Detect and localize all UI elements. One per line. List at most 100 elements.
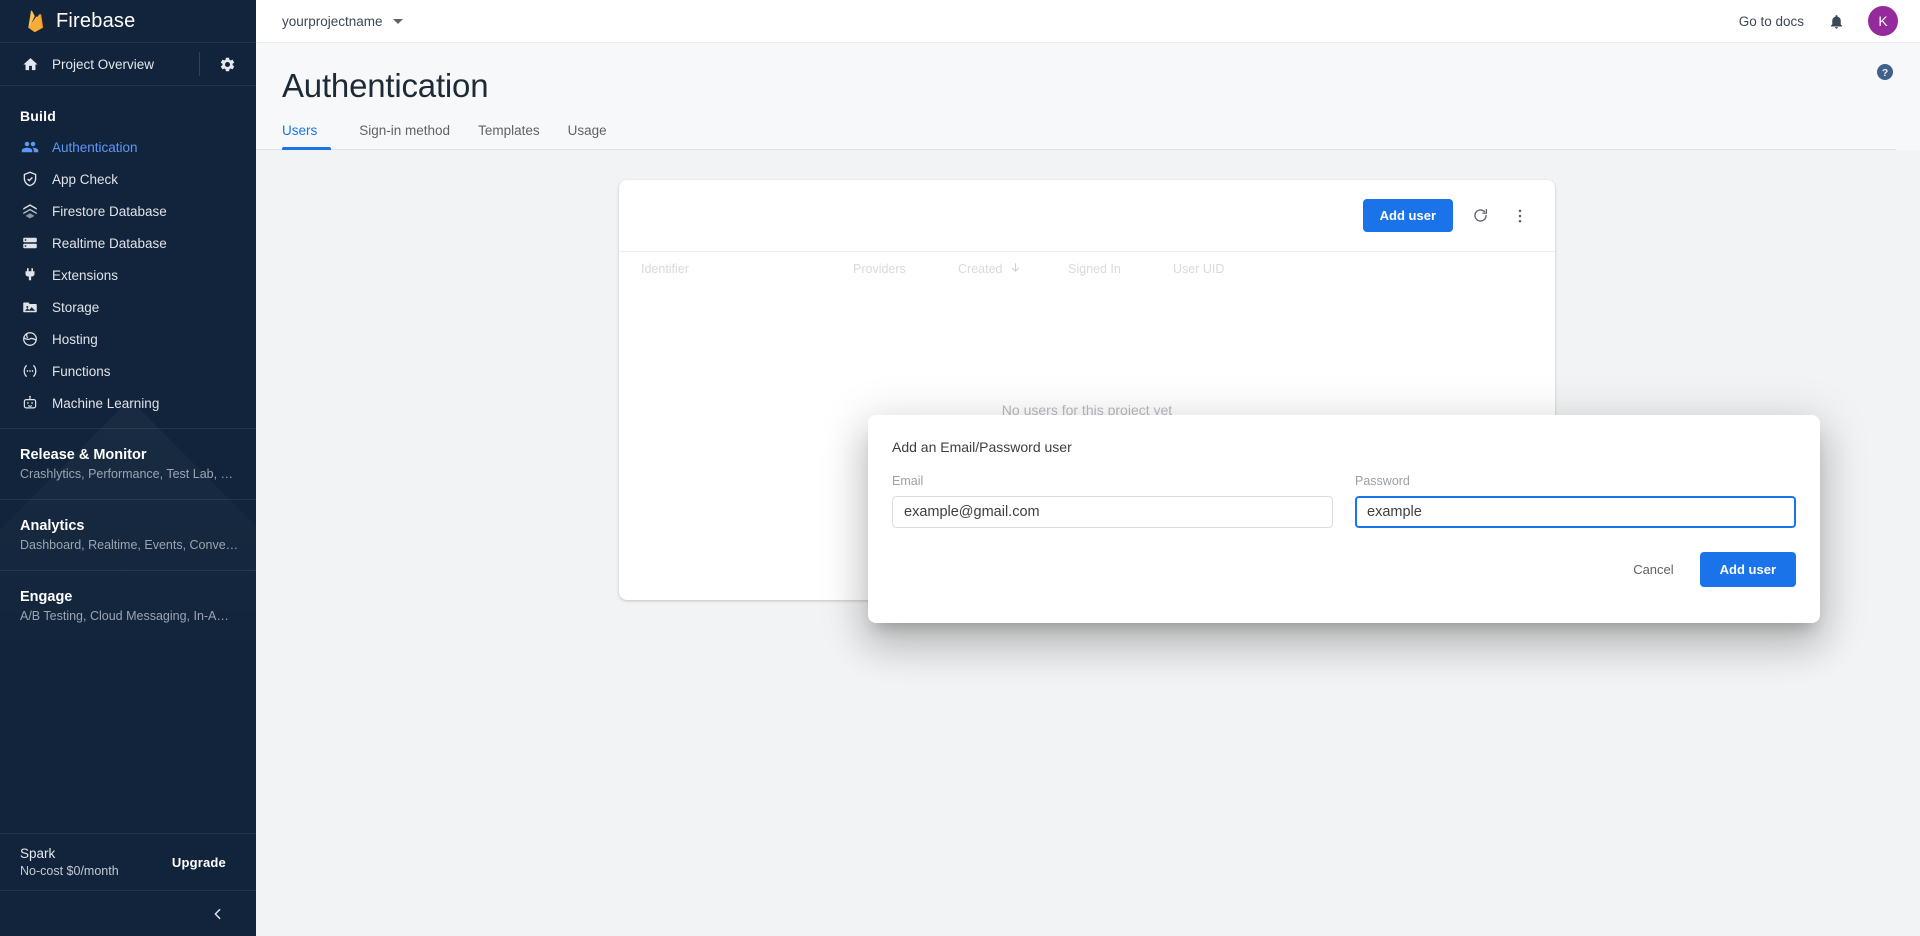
sidebar-item-label: App Check [52, 172, 118, 187]
column-label: Providers [853, 262, 906, 276]
sidebar-item-firestore-database[interactable]: Firestore Database [0, 198, 256, 224]
dialog-fields: Email Password [892, 474, 1796, 528]
people-icon [20, 137, 40, 157]
sidebar-item-label: Hosting [52, 332, 98, 347]
sidebar-item-label: Firestore Database [52, 204, 167, 219]
password-label: Password [1355, 474, 1796, 488]
column-header-signed-in[interactable]: Signed In [1068, 262, 1173, 276]
cancel-button[interactable]: Cancel [1617, 553, 1689, 586]
dialog-actions: Cancel Add user [892, 552, 1796, 587]
build-section-title: Build [0, 86, 256, 134]
plan-description: No-cost $0/month [20, 864, 119, 878]
sidebar-group-engage[interactable]: Engage A/B Testing, Cloud Messaging, In-… [0, 570, 256, 641]
puzzle-plug-icon [20, 265, 40, 285]
sidebar-item-label: Extensions [52, 268, 118, 283]
sidebar-item-hosting[interactable]: Hosting [0, 326, 256, 352]
password-input[interactable] [1355, 496, 1796, 528]
arrow-down-icon [1009, 261, 1022, 277]
topbar: yourprojectname Go to docs K [256, 0, 1920, 43]
sidebar-item-label: Machine Learning [52, 396, 159, 411]
page-header: Authentication ? Users Sign-in method Te… [256, 43, 1920, 150]
column-label: Identifier [641, 262, 689, 276]
chevron-down-icon [393, 19, 403, 24]
avatar[interactable]: K [1868, 6, 1898, 36]
group-subtitle: A/B Testing, Cloud Messaging, In-A… [20, 609, 256, 623]
brand-name: Firebase [56, 10, 135, 33]
column-label: Signed In [1068, 262, 1121, 276]
group-subtitle: Dashboard, Realtime, Events, Conve… [20, 538, 256, 552]
tab-usage[interactable]: Usage [554, 123, 621, 149]
sidebar-item-storage[interactable]: Storage [0, 294, 256, 320]
more-vert-icon[interactable] [1507, 203, 1533, 229]
group-subtitle: Crashlytics, Performance, Test Lab, … [20, 467, 256, 481]
go-to-docs-link[interactable]: Go to docs [1739, 14, 1804, 29]
robot-icon [20, 393, 40, 413]
sidebar-item-extensions[interactable]: Extensions [0, 262, 256, 288]
plan-block: Spark No-cost $0/month Upgrade [0, 833, 256, 890]
column-header-identifier[interactable]: Identifier [641, 262, 853, 276]
build-nav-list: Authentication App Check Firestore Datab… [0, 134, 256, 422]
users-table-header: Identifier Providers Created Signed In U… [619, 251, 1555, 285]
tab-label: Users [282, 123, 317, 138]
sidebar-item-machine-learning[interactable]: Machine Learning [0, 390, 256, 416]
topbar-actions: Go to docs K [1739, 6, 1898, 36]
gear-icon[interactable] [216, 53, 238, 75]
email-label: Email [892, 474, 1333, 488]
sidebar-item-label: Functions [52, 364, 111, 379]
tab-label: Usage [568, 123, 607, 138]
password-field-group: Password [1355, 474, 1796, 528]
column-label: User UID [1173, 262, 1224, 276]
page-tabs: Users Sign-in method Templates Usage [256, 123, 1896, 150]
tab-sign-in-method[interactable]: Sign-in method [345, 123, 464, 149]
sidebar-item-app-check[interactable]: App Check [0, 166, 256, 192]
firestore-icon [20, 201, 40, 221]
home-icon [20, 54, 40, 74]
email-input[interactable] [892, 496, 1333, 528]
sidebar-item-label: Realtime Database [52, 236, 167, 251]
sidebar: Firebase Project Overview Build Authenti… [0, 0, 256, 936]
shield-check-icon [20, 169, 40, 189]
brand-header[interactable]: Firebase [0, 0, 256, 43]
sidebar-item-functions[interactable]: Functions [0, 358, 256, 384]
project-name: yourprojectname [282, 14, 383, 29]
project-selector[interactable]: yourprojectname [282, 14, 403, 29]
column-header-created[interactable]: Created [958, 261, 1068, 277]
tab-users[interactable]: Users [282, 123, 331, 149]
upgrade-button[interactable]: Upgrade [172, 855, 226, 870]
tab-templates[interactable]: Templates [464, 123, 554, 149]
tab-label: Templates [478, 123, 540, 138]
group-title: Engage [20, 589, 256, 605]
column-header-user-uid[interactable]: User UID [1173, 262, 1313, 276]
functions-icon [20, 361, 40, 381]
help-circle-icon[interactable]: ? [1874, 61, 1896, 83]
sidebar-item-label: Authentication [52, 140, 138, 155]
database-icon [20, 233, 40, 253]
firebase-flame-icon [26, 9, 45, 33]
svg-text:?: ? [1882, 68, 1888, 79]
image-folder-icon [20, 297, 40, 317]
refresh-icon[interactable] [1467, 203, 1493, 229]
divider [199, 52, 200, 76]
add-user-dialog: Add an Email/Password user Email Passwor… [868, 415, 1820, 623]
sidebar-item-realtime-database[interactable]: Realtime Database [0, 230, 256, 256]
bell-icon[interactable] [1826, 11, 1846, 31]
plan-name: Spark [20, 846, 119, 861]
firebase-console: Firebase Project Overview Build Authenti… [0, 0, 1920, 936]
users-toolbar-actions: Add user [1363, 199, 1533, 232]
group-title: Release & Monitor [20, 447, 256, 463]
sidebar-spacer [0, 641, 256, 833]
collapse-bar [0, 890, 256, 936]
dialog-title: Add an Email/Password user [892, 439, 1796, 455]
tab-label: Sign-in method [359, 123, 450, 138]
group-title: Analytics [20, 518, 256, 534]
project-overview-row[interactable]: Project Overview [0, 43, 256, 86]
dialog-add-user-button[interactable]: Add user [1700, 552, 1796, 587]
project-overview-label: Project Overview [52, 57, 199, 72]
chevron-left-icon[interactable] [208, 904, 228, 924]
column-header-providers[interactable]: Providers [853, 262, 958, 276]
sidebar-item-label: Storage [52, 300, 99, 315]
sidebar-group-release-monitor[interactable]: Release & Monitor Crashlytics, Performan… [0, 428, 256, 499]
sidebar-group-analytics[interactable]: Analytics Dashboard, Realtime, Events, C… [0, 499, 256, 570]
add-user-button[interactable]: Add user [1363, 199, 1453, 232]
sidebar-item-authentication[interactable]: Authentication [0, 134, 256, 160]
